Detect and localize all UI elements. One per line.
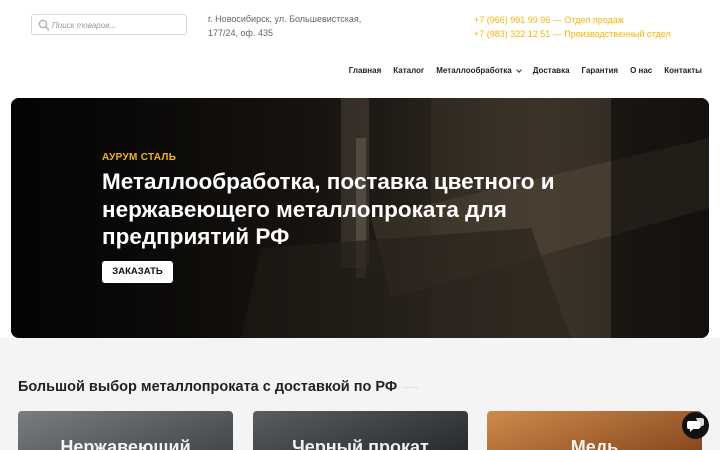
phone-production-link[interactable]: +7 (983) 322 12 51 — Производственный от…: [474, 27, 671, 41]
address-line: 177/24, оф. 435: [208, 28, 273, 38]
category-card-black-steel[interactable]: Черный прокат: [253, 411, 468, 450]
section-divider: [405, 386, 418, 388]
category-cards: Нержавеющий Черный прокат Медь: [18, 411, 708, 450]
nav-item-warranty[interactable]: Гарантия: [582, 66, 619, 75]
category-card-stainless[interactable]: Нержавеющий: [18, 411, 233, 450]
site-header: г. Новосибирск, ул. Большевистская, 177/…: [0, 0, 720, 98]
chevron-down-icon: [515, 66, 522, 73]
nav-item-metalworking[interactable]: Металлообработка: [436, 66, 522, 75]
category-card-label: Черный прокат: [292, 437, 429, 450]
search-box[interactable]: [31, 14, 187, 35]
nav-item-home[interactable]: Главная: [349, 66, 382, 75]
main-nav: Главная Каталог Металлообработка Доставк…: [349, 66, 702, 75]
section-header: Большой выбор металлопроката с доставкой…: [18, 379, 708, 395]
company-address: г. Новосибирск, ул. Большевистская, 177/…: [208, 12, 378, 40]
address-line: г. Новосибирск, ул. Большевистская,: [208, 14, 362, 24]
chat-button[interactable]: [682, 412, 709, 439]
order-button[interactable]: ЗАКАЗАТЬ: [102, 261, 173, 283]
hero-banner: АУРУМ СТАЛЬ Металлообработка, поставка ц…: [11, 98, 709, 338]
category-card-label: Нержавеющий: [60, 437, 191, 450]
section-title: Большой выбор металлопроката с доставкой…: [18, 379, 398, 395]
nav-item-contacts[interactable]: Контакты: [664, 66, 702, 75]
nav-item-about[interactable]: О нас: [630, 66, 652, 75]
nav-item-catalog[interactable]: Каталог: [393, 66, 424, 75]
phone-sales-link[interactable]: +7 (966) 991 99 96 — Отдел продаж: [474, 13, 671, 27]
search-input[interactable]: [52, 17, 182, 33]
phone-list: +7 (966) 991 99 96 — Отдел продаж +7 (98…: [474, 13, 671, 41]
chat-icon: [687, 418, 704, 432]
category-card-label: Медь: [570, 437, 619, 450]
search-icon: [38, 19, 50, 31]
catalog-section: Большой выбор металлопроката с доставкой…: [0, 338, 720, 450]
hero-title: Металлообработка, поставка цветного и не…: [102, 169, 555, 249]
category-card-copper[interactable]: Медь: [487, 411, 702, 450]
nav-item-label: Металлообработка: [436, 66, 512, 75]
hero-kicker: АУРУМ СТАЛЬ: [102, 152, 177, 163]
nav-item-delivery[interactable]: Доставка: [533, 66, 570, 75]
